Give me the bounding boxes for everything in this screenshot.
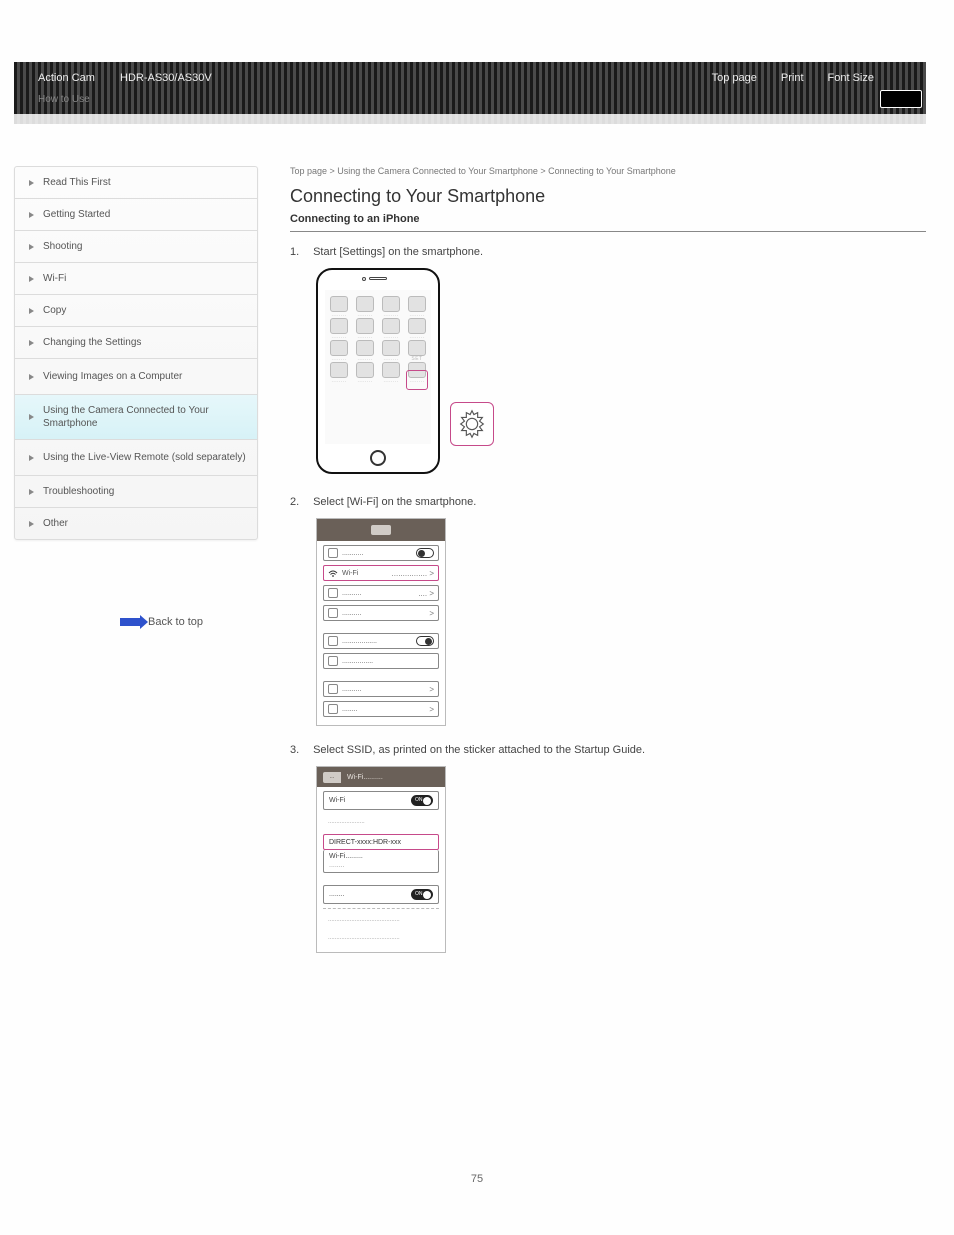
chevron-right-icon bbox=[29, 414, 34, 420]
settings-row: .................. bbox=[323, 633, 439, 649]
info-text: ........................................… bbox=[323, 930, 439, 946]
chevron-right-icon bbox=[29, 455, 34, 461]
settings-row: ..........> bbox=[323, 605, 439, 621]
choose-network-text: ...................... bbox=[323, 814, 439, 830]
step-text: Select SSID, as printed on the sticker a… bbox=[313, 744, 645, 756]
settings-icon-highlight bbox=[406, 370, 428, 390]
step-number: 1. bbox=[290, 246, 310, 258]
sidebar: Read This First Getting Started Shooting… bbox=[14, 166, 258, 540]
sidebar-item-label: Changing the Settings bbox=[43, 337, 141, 348]
settings-row: ........> bbox=[323, 701, 439, 717]
info-text: ........................................… bbox=[323, 912, 439, 928]
wifi-toggle-label: Wi-Fi bbox=[329, 797, 345, 804]
howto-text: How to Use bbox=[38, 94, 90, 105]
settings-app-label: SET bbox=[407, 357, 427, 361]
toggle-on-icon: ON bbox=[411, 795, 433, 806]
gear-icon bbox=[455, 407, 489, 441]
sidebar-item-label: Using the Live-View Remote (sold separat… bbox=[43, 451, 246, 464]
settings-row: .............. > bbox=[323, 585, 439, 601]
main-content: Top page > Using the Camera Connected to… bbox=[290, 166, 926, 971]
step-number: 3. bbox=[290, 744, 310, 756]
breadcrumb: Top page > Using the Camera Connected to… bbox=[290, 166, 926, 176]
toggle-on-icon: ON bbox=[411, 889, 433, 900]
settings-row: ................ bbox=[323, 653, 439, 669]
chevron-right-icon bbox=[29, 374, 34, 380]
other-network-row: Wi-Fi......... ........ bbox=[323, 850, 439, 873]
wifi-icon bbox=[328, 568, 338, 578]
ssid-text: DIRECT-xxxx:HDR-xxx bbox=[329, 839, 401, 846]
settings-row-wifi: Wi-Fi................ > bbox=[323, 565, 439, 581]
step-text: Select [Wi-Fi] on the smartphone. bbox=[313, 496, 476, 508]
chevron-right-icon bbox=[29, 212, 34, 218]
step-2: 2. Select [Wi-Fi] on the smartphone. bbox=[290, 496, 926, 508]
chevron-right-icon bbox=[29, 489, 34, 495]
password-dots: ........ bbox=[329, 862, 345, 869]
sidebar-item-settings[interactable]: Changing the Settings bbox=[15, 327, 257, 359]
toolbar-icon bbox=[371, 525, 391, 535]
arrow-right-icon bbox=[120, 618, 142, 626]
settings-row: ..........> bbox=[323, 681, 439, 697]
chevron-right-icon bbox=[29, 521, 34, 527]
nav-print[interactable]: Print bbox=[781, 72, 804, 84]
page-subtitle: Connecting to an iPhone bbox=[290, 213, 926, 225]
chevron-right-icon bbox=[29, 244, 34, 250]
wifi-header: Wi-Fi.......... bbox=[347, 774, 383, 781]
sidebar-item-copy[interactable]: Copy bbox=[15, 295, 257, 327]
step-1: 1. Start [Settings] on the smartphone. bbox=[290, 246, 926, 258]
step-number: 2. bbox=[290, 496, 310, 508]
sidebar-item-label: Troubleshooting bbox=[43, 486, 114, 497]
header-model: HDR-AS30/AS30V bbox=[120, 72, 212, 84]
gear-icon-callout bbox=[450, 402, 494, 446]
back-to-top-link[interactable]: Back to top bbox=[120, 616, 203, 628]
sidebar-item-other[interactable]: Other bbox=[15, 508, 257, 539]
step-text: Start [Settings] on the smartphone. bbox=[313, 246, 483, 258]
sidebar-item-label: Copy bbox=[43, 305, 66, 316]
nav-top[interactable]: Top page bbox=[712, 72, 757, 84]
sidebar-item-wifi[interactable]: Wi-Fi bbox=[15, 263, 257, 295]
sidebar-item-label: Shooting bbox=[43, 241, 82, 252]
phone-illustration-home: ........ ........ ........ ........ ....… bbox=[316, 268, 440, 474]
back-to-top-label: Back to top bbox=[148, 616, 203, 628]
chevron-right-icon bbox=[29, 276, 34, 282]
wifi-panel: ... Wi-Fi.......... Wi-Fi ON ...........… bbox=[316, 766, 446, 953]
nav-font[interactable]: Font Size bbox=[828, 72, 874, 84]
sidebar-item-smartphone[interactable]: Using the Camera Connected to Your Smart… bbox=[15, 395, 257, 440]
sidebar-item-label: Read This First bbox=[43, 177, 111, 188]
search-box[interactable] bbox=[880, 90, 922, 108]
divider bbox=[290, 231, 926, 232]
sidebar-item-label: Other bbox=[43, 518, 68, 529]
header-brand: Action Cam bbox=[38, 72, 95, 84]
page-number: 75 bbox=[0, 1173, 954, 1185]
sidebar-item-liveview[interactable]: Using the Live-View Remote (sold separat… bbox=[15, 440, 257, 476]
chevron-right-icon bbox=[29, 180, 34, 186]
other-network-label: Wi-Fi......... bbox=[329, 853, 363, 860]
sidebar-item-label: Using the Camera Connected to Your Smart… bbox=[43, 404, 247, 430]
sidebar-item-label: Wi-Fi bbox=[43, 273, 66, 284]
wifi-toggle-row: Wi-Fi ON bbox=[323, 791, 439, 810]
sidebar-item-label: Viewing Images on a Computer bbox=[43, 370, 182, 383]
sidebar-item-trouble[interactable]: Troubleshooting bbox=[15, 476, 257, 508]
settings-panel: ........... Wi-Fi................ > ....… bbox=[316, 518, 446, 726]
header-fade bbox=[14, 100, 926, 124]
back-button: ... bbox=[323, 772, 341, 783]
sidebar-item-getting-started[interactable]: Getting Started bbox=[15, 199, 257, 231]
step-3: 3. Select SSID, as printed on the sticke… bbox=[290, 744, 926, 756]
header-nav: Top page Print Font Size bbox=[712, 72, 874, 84]
chevron-right-icon bbox=[29, 308, 34, 314]
chevron-right-icon bbox=[29, 340, 34, 346]
sidebar-item-computer[interactable]: Viewing Images on a Computer bbox=[15, 359, 257, 395]
page-title: Connecting to Your Smartphone bbox=[290, 186, 926, 207]
ssid-row: DIRECT-xxxx:HDR-xxx bbox=[323, 834, 439, 850]
sidebar-item-label: Getting Started bbox=[43, 209, 110, 220]
setting-toggle-row: ........ON bbox=[323, 885, 439, 904]
wifi-label: Wi-Fi bbox=[342, 570, 392, 577]
sidebar-item-shooting[interactable]: Shooting bbox=[15, 231, 257, 263]
settings-row: ........... bbox=[323, 545, 439, 561]
sidebar-item-read-first[interactable]: Read This First bbox=[15, 167, 257, 199]
